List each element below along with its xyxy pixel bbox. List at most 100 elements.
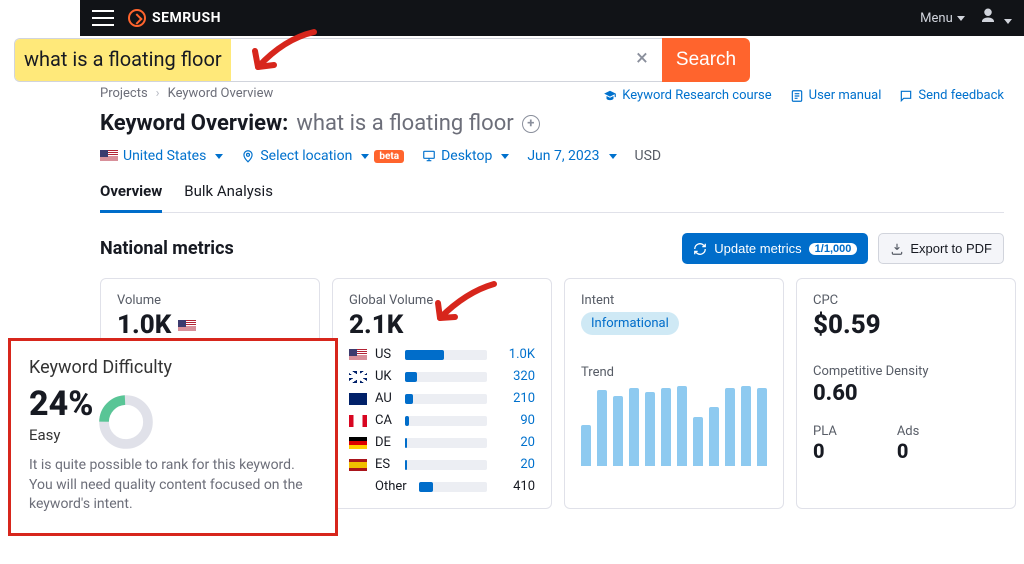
link-course[interactable]: Keyword Research course xyxy=(603,88,771,103)
cd-label: Competitive Density xyxy=(813,364,999,379)
filter-bar: United States Select locationbeta Deskto… xyxy=(100,148,1004,164)
country-code: AU xyxy=(375,391,397,406)
kd-level: Easy xyxy=(29,426,317,444)
breadcrumb-projects[interactable]: Projects xyxy=(100,86,148,101)
volume-value: 410 xyxy=(495,479,535,494)
export-icon xyxy=(890,242,904,256)
country-code: ES xyxy=(375,457,397,472)
flag-es-icon xyxy=(349,459,367,471)
volume-value[interactable]: 90 xyxy=(495,413,535,428)
trend-bar xyxy=(677,386,687,466)
desktop-icon xyxy=(422,149,436,163)
trend-bar xyxy=(581,425,591,466)
filter-country[interactable]: United States xyxy=(100,148,223,164)
link-feedback[interactable]: Send feedback xyxy=(899,88,1004,103)
tab-overview[interactable]: Overview xyxy=(100,182,162,213)
trend-bar xyxy=(629,388,639,466)
trend-bar xyxy=(661,388,671,466)
volume-value[interactable]: 320 xyxy=(495,369,535,384)
update-metrics-button[interactable]: Update metrics 1/1,000 xyxy=(682,233,868,264)
link-manual[interactable]: User manual xyxy=(790,88,882,103)
filter-device[interactable]: Desktop xyxy=(422,148,509,164)
flag-uk-icon xyxy=(349,371,367,383)
trend-bar xyxy=(725,388,735,466)
flag-au-icon xyxy=(349,393,367,405)
chevron-down-icon xyxy=(501,154,509,159)
volume-bar xyxy=(405,350,487,360)
update-count-badge: 1/1,000 xyxy=(809,243,858,255)
cpc-label: CPC xyxy=(813,293,999,308)
filter-date[interactable]: Jun 7, 2023 xyxy=(527,148,616,164)
card-cpc-cd: CPC $0.59 Competitive Density 0.60 PLA0 … xyxy=(796,278,1016,509)
clear-icon[interactable]: × xyxy=(630,48,654,72)
global-volume-row: ES 20 xyxy=(349,457,535,472)
global-volume-row: UK 320 xyxy=(349,369,535,384)
volume-bar xyxy=(405,460,487,470)
title-keyword: what is a floating floor xyxy=(296,111,513,136)
menu-dropdown[interactable]: Menu xyxy=(920,11,965,26)
search-bar: what is a floating floor × Search xyxy=(14,38,750,82)
volume-value[interactable]: 210 xyxy=(495,391,535,406)
ads-label: Ads xyxy=(897,424,920,439)
pin-icon xyxy=(241,149,255,163)
filter-currency: USD xyxy=(635,148,662,164)
brand-text: SEMRUSH xyxy=(152,10,221,26)
volume-value[interactable]: 20 xyxy=(495,435,535,450)
country-code: DE xyxy=(375,435,397,450)
volume-bar xyxy=(405,416,487,426)
global-volume-row: US 1.0K xyxy=(349,347,535,362)
card-keyword-difficulty: Keyword Difficulty 24% Easy It is quite … xyxy=(8,338,338,536)
chevron-down-icon xyxy=(1004,19,1012,24)
trend-bar xyxy=(709,407,719,466)
chevron-down-icon xyxy=(361,154,369,159)
volume-value[interactable]: 1.0K xyxy=(495,347,535,362)
volume-bar xyxy=(405,438,487,448)
pla-value: 0 xyxy=(813,439,837,463)
kd-donut-icon xyxy=(97,393,155,451)
flag-us-icon xyxy=(349,349,367,361)
card-intent-trend: Intent Informational Trend xyxy=(564,278,784,509)
app-topbar: SEMRUSH Menu xyxy=(80,0,1024,36)
global-volume-value: 2.1K xyxy=(349,310,535,340)
trend-bar xyxy=(613,396,623,466)
flag-us-icon xyxy=(100,150,118,162)
add-keyword-icon[interactable]: + xyxy=(522,115,540,133)
pla-label: PLA xyxy=(813,424,837,439)
search-input[interactable] xyxy=(14,38,662,82)
global-volume-row: DE 20 xyxy=(349,435,535,450)
hamburger-icon[interactable] xyxy=(92,10,114,26)
chevron-down-icon xyxy=(215,154,223,159)
volume-bar xyxy=(405,372,487,382)
volume-value[interactable]: 20 xyxy=(495,457,535,472)
cd-value: 0.60 xyxy=(813,381,999,406)
filter-location[interactable]: Select locationbeta xyxy=(241,148,404,164)
country-code: UK xyxy=(375,369,397,384)
section-title: National metrics xyxy=(100,238,234,259)
brand-logo[interactable]: SEMRUSH xyxy=(128,9,221,27)
intent-value: Informational xyxy=(581,312,679,335)
refresh-icon xyxy=(693,242,707,256)
user-icon[interactable] xyxy=(979,7,1012,29)
trend-label: Trend xyxy=(581,365,767,380)
brand-mark-icon xyxy=(128,9,146,27)
kd-value: 24% xyxy=(29,384,317,424)
global-volume-other: Other 410 xyxy=(349,479,535,494)
tab-bulk[interactable]: Bulk Analysis xyxy=(184,182,273,212)
country-code: US xyxy=(375,347,397,362)
trend-bar xyxy=(693,417,703,466)
global-volume-row: CA 90 xyxy=(349,413,535,428)
kd-description: It is quite possible to rank for this ke… xyxy=(29,456,317,515)
trend-bar xyxy=(597,390,607,466)
card-global-volume: Global Volume 2.1K US1.0KUK320AU210CA90D… xyxy=(332,278,552,509)
cpc-value: $0.59 xyxy=(813,310,999,340)
country-code: CA xyxy=(375,413,397,428)
breadcrumb-page: Keyword Overview xyxy=(168,86,274,101)
kd-label: Keyword Difficulty xyxy=(29,357,317,378)
export-pdf-button[interactable]: Export to PDF xyxy=(878,233,1004,264)
flag-ca-icon xyxy=(349,415,367,427)
search-button[interactable]: Search xyxy=(662,38,750,82)
other-label: Other xyxy=(375,479,411,494)
trend-bar xyxy=(741,386,751,466)
flag-us-icon xyxy=(178,320,196,332)
volume-label: Volume xyxy=(117,293,303,308)
